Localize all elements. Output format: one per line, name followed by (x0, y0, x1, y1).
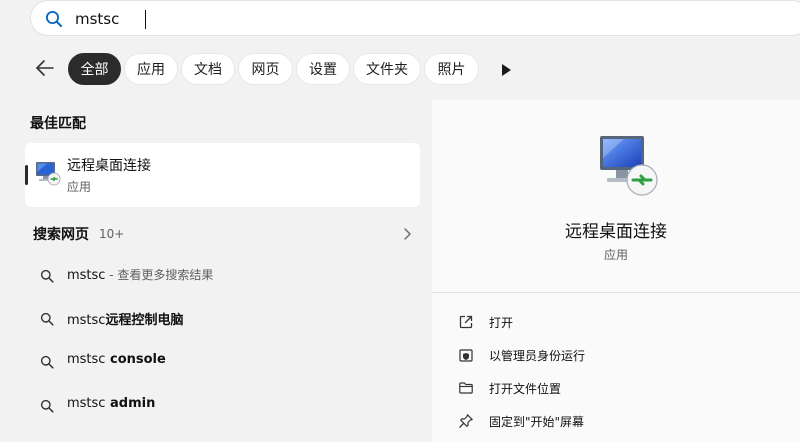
detail-panel: 远程桌面连接 应用 打开 以管理员身份运行 打开文件位置 固定到"开始"屏幕 (432, 100, 800, 442)
web-result-item[interactable]: mstsc - 查看更多搜索结果 (25, 255, 420, 295)
open-external-icon (458, 314, 474, 334)
detail-title: 远程桌面连接 (565, 222, 667, 242)
web-result-query: mstsc (67, 396, 106, 411)
web-result-count: 10+ (99, 227, 125, 241)
run-as-admin-label: 以管理员身份运行 (489, 349, 586, 363)
search-icon (40, 354, 54, 373)
remote-desktop-icon (598, 134, 660, 202)
web-result-query: mstsc (67, 313, 106, 328)
back-arrow-icon[interactable] (34, 57, 56, 79)
tab-folders[interactable]: 文件夹 (353, 53, 421, 85)
web-result-query: mstsc (67, 268, 106, 283)
best-match-title: 远程桌面连接 (67, 158, 151, 174)
detail-subtitle: 应用 (603, 248, 628, 262)
remote-desktop-icon (35, 160, 61, 190)
web-result-suggestion: console (105, 352, 166, 367)
pin-to-start-button[interactable]: 固定到"开始"屏幕 (448, 406, 788, 436)
search-icon (45, 10, 63, 32)
web-result-text: mstsc admin (67, 396, 155, 411)
tab-documents[interactable]: 文档 (181, 53, 235, 85)
web-search-heading: 搜索网页 (33, 227, 89, 243)
best-match-result[interactable]: 远程桌面连接 应用 (25, 143, 420, 207)
run-as-admin-button[interactable]: 以管理员身份运行 (448, 340, 788, 370)
web-result-item[interactable]: mstsc console (25, 341, 420, 381)
open-file-location-button[interactable]: 打开文件位置 (448, 373, 788, 403)
tab-apps[interactable]: 应用 (124, 53, 178, 85)
pin-icon (458, 413, 474, 433)
web-result-item[interactable]: mstsc admin (25, 385, 420, 425)
pin-to-start-label: 固定到"开始"屏幕 (489, 415, 585, 429)
open-button[interactable]: 打开 (448, 307, 788, 337)
tab-web[interactable]: 网页 (238, 53, 293, 85)
best-match-subtitle: 应用 (67, 180, 92, 194)
chevron-right-icon[interactable] (402, 226, 412, 240)
search-input[interactable] (75, 5, 675, 33)
text-caret (145, 10, 146, 29)
selection-indicator (25, 165, 28, 185)
best-match-heading: 最佳匹配 (30, 116, 86, 132)
web-result-text: mstsc - 查看更多搜索结果 (67, 266, 213, 283)
search-icon (40, 398, 54, 417)
open-file-location-label: 打开文件位置 (489, 382, 562, 396)
web-result-suffix: - 查看更多搜索结果 (105, 268, 214, 282)
tab-all[interactable]: 全部 (68, 53, 121, 85)
search-icon (40, 311, 54, 330)
web-result-suggestion: 远程控制电脑 (105, 313, 184, 328)
web-result-item[interactable]: mstsc远程控制电脑 (25, 298, 420, 338)
search-icon (40, 268, 54, 287)
web-result-suggestion: admin (105, 396, 156, 411)
divider (432, 292, 800, 293)
tab-settings[interactable]: 设置 (296, 53, 350, 85)
web-result-query: mstsc (67, 352, 106, 367)
web-result-text: mstsc console (67, 352, 166, 367)
tab-photos[interactable]: 照片 (424, 53, 479, 85)
search-bar[interactable] (30, 0, 800, 36)
web-result-text: mstsc远程控制电脑 (67, 309, 183, 328)
open-label: 打开 (489, 316, 514, 330)
shield-icon (458, 347, 474, 367)
play-right-icon[interactable] (500, 62, 512, 76)
folder-icon (458, 380, 474, 400)
